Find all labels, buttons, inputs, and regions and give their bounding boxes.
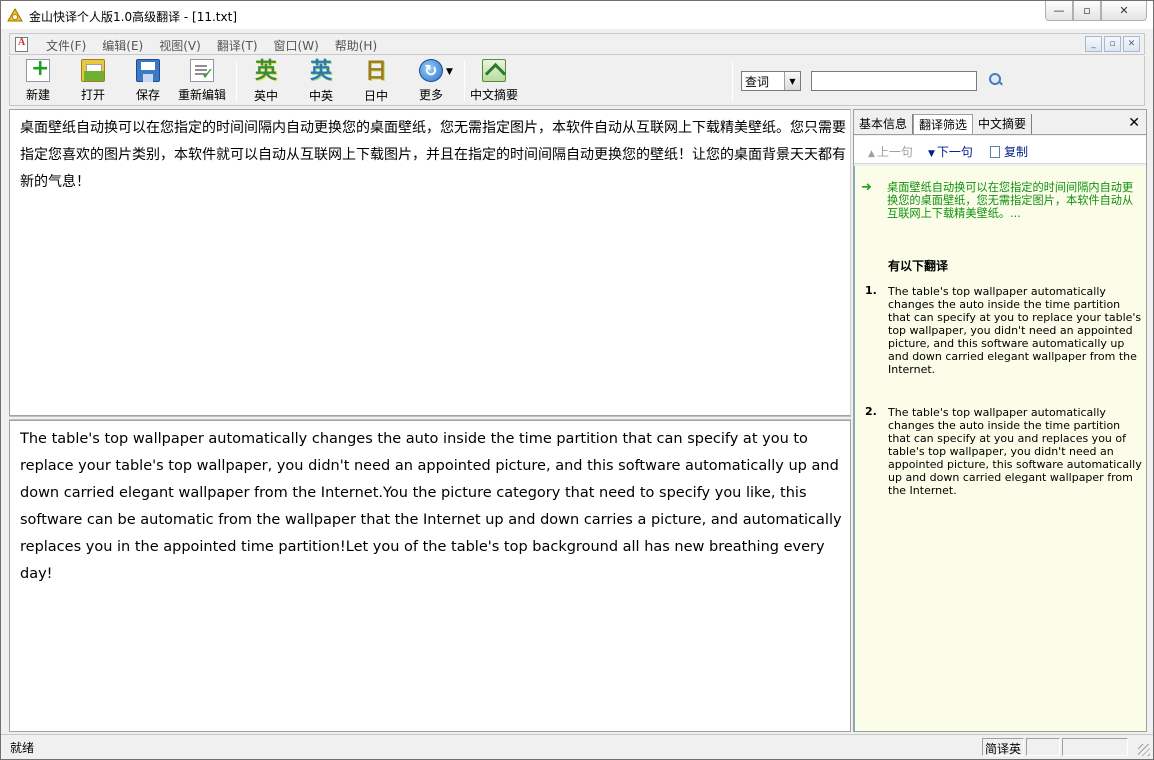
chevron-down-icon: ▼ xyxy=(928,149,935,159)
more-label: 更多 xyxy=(418,88,443,102)
save-button[interactable]: 保存 xyxy=(122,59,174,103)
toolbar-separator xyxy=(732,60,733,102)
menu-help[interactable]: 帮助(H) xyxy=(327,37,385,54)
close-button[interactable]: ✕ xyxy=(1101,1,1147,21)
japanese-to-chinese-label: 日中 xyxy=(363,89,388,103)
re-edit-button[interactable]: 重新编辑 xyxy=(176,59,228,103)
tab-basic-info[interactable]: 基本信息 xyxy=(854,114,914,134)
menu-bar: 文件(F) 编辑(E) 视图(V) 翻译(T) 窗口(W) 帮助(H) _ ▫ … xyxy=(9,33,1145,55)
new-document-icon xyxy=(26,56,50,82)
lookup-mode-value: 查词 xyxy=(745,75,770,89)
chevron-up-icon: ▲ xyxy=(868,149,875,159)
toolbar-separator xyxy=(236,60,237,102)
new-label: 新建 xyxy=(25,88,50,102)
english-to-chinese-icon: 英 xyxy=(254,58,277,84)
chinese-summary-label: 中文摘要 xyxy=(469,88,518,102)
side-panel: 基本信息 翻译筛选 中文摘要 ✕ ▲ 上一句 ▼ 下一句 复制 ➜ 桌面壁纸自动换可… xyxy=(853,109,1147,732)
menu-edit[interactable]: 编辑(E) xyxy=(94,37,151,54)
menu-window[interactable]: 窗口(W) xyxy=(266,37,327,54)
candidate-number: 2. xyxy=(865,405,877,418)
chevron-down-icon[interactable]: ▼ xyxy=(784,72,800,90)
next-sentence-label: 下一句 xyxy=(936,145,973,159)
copy-icon xyxy=(990,146,1000,158)
save-label: 保存 xyxy=(135,88,160,102)
lookup-input[interactable] xyxy=(811,71,977,91)
save-disk-icon xyxy=(136,59,160,82)
translation-mode-indicator: 简译英 xyxy=(982,738,1024,756)
document-icon[interactable] xyxy=(15,37,28,52)
re-edit-icon xyxy=(190,59,214,83)
dropdown-arrow-icon[interactable]: ▼ xyxy=(446,67,453,77)
more-button[interactable]: ▼ 更多 xyxy=(405,59,457,103)
chinese-to-english-label: 中英 xyxy=(308,89,333,103)
copy-button[interactable]: 复制 xyxy=(990,143,1028,160)
mdi-minimize-button[interactable]: _ xyxy=(1085,36,1102,52)
open-button[interactable]: 打开 xyxy=(67,59,119,103)
menu-view[interactable]: 视图(V) xyxy=(151,37,209,54)
search-icon[interactable] xyxy=(987,71,1005,89)
translation-candidates: ➜ 桌面壁纸自动换可以在您指定的时间间隔内自动更换您的桌面壁纸，您无需指定图片，… xyxy=(854,166,1146,731)
tab-chinese-summary[interactable]: 中文摘要 xyxy=(973,114,1033,134)
chinese-to-english-icon: 英 xyxy=(309,58,332,84)
source-text-pane[interactable]: 桌面壁纸自动换可以在您指定的时间间隔内自动更换您的桌面壁纸，您无需指定图片，本软… xyxy=(9,109,851,416)
menu-file[interactable]: 文件(F) xyxy=(38,37,94,54)
mdi-restore-button[interactable]: ▫ xyxy=(1104,36,1121,52)
translation-text-pane[interactable]: The table's top wallpaper automatically … xyxy=(9,420,851,732)
new-button[interactable]: 新建 xyxy=(12,56,64,103)
previous-sentence-label: 上一句 xyxy=(876,145,913,159)
side-toolbar: ▲ 上一句 ▼ 下一句 复制 xyxy=(854,136,1146,164)
open-folder-icon xyxy=(81,59,105,82)
copy-label: 复制 xyxy=(1004,145,1029,159)
mdi-close-button[interactable]: ✕ xyxy=(1123,36,1140,52)
side-panel-close-icon[interactable]: ✕ xyxy=(1128,116,1140,130)
chinese-summary-icon xyxy=(482,59,506,82)
app-window: 金山快译个人版1.0高级翻译 - [11.txt] — ▫ ✕ 文件(F) 编辑… xyxy=(0,0,1154,760)
title-bar: 金山快译个人版1.0高级翻译 - [11.txt] — ▫ ✕ xyxy=(1,1,1153,29)
chinese-to-english-button[interactable]: 英 中英 xyxy=(295,59,347,103)
candidate-text[interactable]: The table's top wallpaper automatically … xyxy=(888,285,1143,376)
arrow-right-icon: ➜ xyxy=(861,180,872,195)
candidates-heading: 有以下翻译 xyxy=(888,259,949,273)
menu-translate[interactable]: 翻译(T) xyxy=(209,37,266,54)
status-cell xyxy=(1026,738,1060,756)
re-edit-label: 重新编辑 xyxy=(177,88,226,102)
chinese-summary-button[interactable]: 中文摘要 xyxy=(468,59,520,103)
lookup-mode-select[interactable]: 查词 ▼ xyxy=(741,71,801,91)
status-bar: 就绪 简译英 xyxy=(1,734,1153,759)
open-label: 打开 xyxy=(80,88,105,102)
english-to-chinese-button[interactable]: 英 英中 xyxy=(240,59,292,103)
source-text[interactable]: 桌面壁纸自动换可以在您指定的时间间隔内自动更换您的桌面壁纸，您无需指定图片，本软… xyxy=(10,110,850,196)
status-text: 就绪 xyxy=(10,741,35,755)
previous-sentence-button[interactable]: ▲ 上一句 xyxy=(868,143,913,160)
toolbar-separator xyxy=(464,60,465,102)
status-cell xyxy=(1062,738,1128,756)
more-translate-icon xyxy=(419,59,443,82)
resize-grip[interactable] xyxy=(1138,744,1150,756)
candidate-text[interactable]: The table's top wallpaper automatically … xyxy=(888,406,1143,497)
next-sentence-button[interactable]: ▼ 下一句 xyxy=(928,143,973,160)
app-logo-icon xyxy=(7,8,23,22)
minimize-button[interactable]: — xyxy=(1045,1,1073,21)
tab-translation-filter[interactable]: 翻译筛选 xyxy=(913,114,974,134)
toolbar: 新建 打开 保存 重新编辑 英 英中 英 中英 日 日中 ▼ xyxy=(9,56,1145,106)
tab-divider xyxy=(854,134,1146,135)
window-title: 金山快译个人版1.0高级翻译 - [11.txt] xyxy=(29,10,238,24)
english-to-chinese-label: 英中 xyxy=(253,89,278,103)
candidate-number: 1. xyxy=(865,284,877,297)
japanese-to-chinese-button[interactable]: 日 日中 xyxy=(350,59,402,103)
translation-text[interactable]: The table's top wallpaper automatically … xyxy=(10,421,850,588)
japanese-to-chinese-icon: 日 xyxy=(364,58,387,84)
current-source-sentence: 桌面壁纸自动换可以在您指定的时间间隔内自动更换您的桌面壁纸，您无需指定图片，本软… xyxy=(887,181,1134,220)
maximize-button[interactable]: ▫ xyxy=(1073,1,1101,21)
